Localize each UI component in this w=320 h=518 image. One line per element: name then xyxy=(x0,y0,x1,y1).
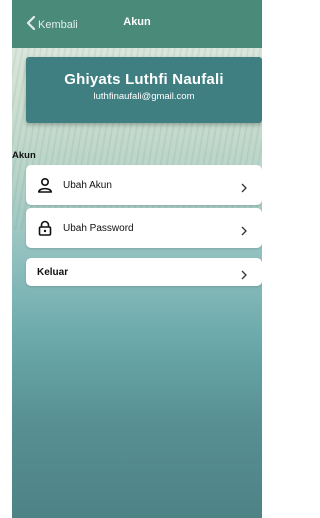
logout-label: Keluar xyxy=(37,266,69,278)
logout-button[interactable]: Keluar xyxy=(26,258,262,286)
profile-name: Ghiyats Luthfi Naufali xyxy=(64,71,224,88)
top-bar: Kembali Akun xyxy=(12,0,262,48)
section-label: Akun xyxy=(12,150,36,161)
account-screen: Kembali Akun Ghiyats Luthfi Naufali luth… xyxy=(12,0,262,518)
edit-account-label: Ubah Akun xyxy=(63,179,112,191)
profile-card: Ghiyats Luthfi Naufali luthfinaufali@gma… xyxy=(26,57,262,123)
chevron-right-icon xyxy=(240,180,248,193)
chevron-right-icon xyxy=(240,223,248,236)
chevron-right-icon xyxy=(240,267,248,280)
change-password-label: Ubah Password xyxy=(63,222,134,234)
lock-icon xyxy=(37,220,53,236)
edit-account-button[interactable]: Ubah Akun xyxy=(26,165,262,205)
profile-email: luthfinaufali@gmail.com xyxy=(93,91,195,102)
page-title: Akun xyxy=(123,16,151,28)
change-password-button[interactable]: Ubah Password xyxy=(26,208,262,248)
user-icon xyxy=(37,177,53,193)
